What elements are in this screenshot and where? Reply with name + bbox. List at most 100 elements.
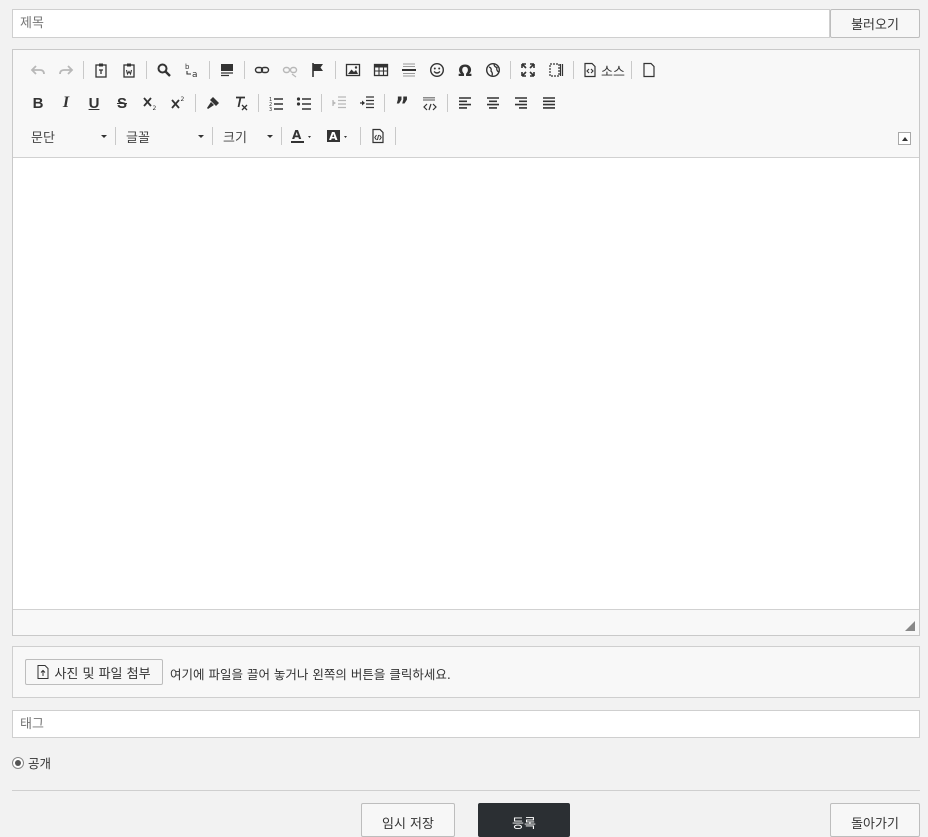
special-char-icon[interactable]: Ω [452,57,478,83]
underline-icon[interactable]: U [81,90,107,116]
format-combo[interactable]: 문단 [25,124,113,148]
toolbar-separator [360,127,361,145]
toolbar-separator [258,94,259,112]
image-icon[interactable] [340,57,366,83]
submit-button[interactable]: 등록 [478,803,570,837]
code-snippet-icon[interactable] [365,123,391,149]
size-combo[interactable]: 크기 [217,124,279,148]
redo-icon[interactable] [53,57,79,83]
show-html-icon[interactable] [417,90,443,116]
paste-word-icon[interactable] [116,57,142,83]
copy-format-icon[interactable] [200,90,226,116]
align-right-icon[interactable] [508,90,534,116]
svg-text:2: 2 [181,96,185,103]
svg-text:a: a [192,70,198,78]
chevron-down-icon [198,134,204,138]
resize-grip-icon[interactable] [905,621,915,631]
paste-text-icon[interactable] [88,57,114,83]
toolbar-separator [209,61,210,79]
size-combo-label: 크기 [223,130,247,146]
format-combo-label: 문단 [31,130,55,146]
toolbar-separator [195,94,196,112]
chevron-down-icon [267,134,273,138]
tags-input[interactable] [12,710,920,738]
toolbar-separator [573,61,574,79]
outdent-icon[interactable] [326,90,352,116]
table-icon[interactable] [368,57,394,83]
attach-files-label: 사진 및 파일 첨부 [54,666,151,682]
source-label: 소스 [601,64,625,80]
indent-icon[interactable] [354,90,380,116]
source-button[interactable]: 소스 [578,57,629,83]
load-button[interactable]: 불러오기 [830,9,920,38]
toolbar-separator [384,94,385,112]
iframe-icon[interactable] [480,57,506,83]
select-all-icon[interactable] [214,57,240,83]
svg-text:2: 2 [153,105,157,111]
toolbar-collapse-button[interactable] [898,132,911,145]
visibility-public-option[interactable]: 공개 [12,753,51,772]
editor-status-bar [13,609,919,635]
toolbar-separator [212,127,213,145]
source-icon [582,57,598,83]
font-combo[interactable]: 글꼴 [120,124,210,148]
horizontal-rule-icon[interactable] [396,57,422,83]
svg-text:b: b [185,63,190,71]
toolbar-separator [146,61,147,79]
italic-icon[interactable]: I [53,90,79,116]
attachment-dropzone[interactable]: 사진 및 파일 첨부 여기에 파일을 끌어 놓거나 왼쪽의 버튼을 클릭하세요. [12,646,920,698]
toolbar-row-3: 문단 글꼴 크기 A A [25,123,400,149]
blockquote-icon[interactable]: ” [389,90,415,118]
toolbar-separator [335,61,336,79]
bold-icon[interactable]: B [25,90,51,116]
toolbar-separator [321,94,322,112]
svg-text:3: 3 [269,107,272,111]
attach-files-button[interactable]: 사진 및 파일 첨부 [25,659,163,685]
toolbar-separator [83,61,84,79]
toolbar-row-2: B I U S 2 2 123 ” [25,90,564,118]
anchor-icon[interactable] [305,57,331,83]
toolbar-separator [510,61,511,79]
visibility-label: 공개 [28,756,52,771]
text-color-icon[interactable]: A [286,123,320,149]
file-upload-icon [37,665,49,679]
find-icon[interactable] [151,57,177,83]
replace-icon[interactable]: ba [179,57,205,83]
editor-content-area[interactable] [13,158,919,609]
new-page-icon[interactable] [636,57,662,83]
link-icon[interactable] [249,57,275,83]
superscript-icon[interactable]: 2 [165,90,191,116]
show-blocks-icon[interactable] [543,57,569,83]
toolbar-separator [395,127,396,145]
back-button[interactable]: 돌아가기 [830,803,920,837]
maximize-icon[interactable] [515,57,541,83]
svg-text:A: A [329,130,338,143]
remove-format-icon[interactable] [228,90,254,116]
toolbar-separator [244,61,245,79]
align-left-icon[interactable] [452,90,478,116]
subscript-icon[interactable]: 2 [137,90,163,116]
editor-toolbar: ba Ω 소스 B I U S 2 2 1 2 3 ” 문단 글꼴 크기 A A [13,50,919,158]
bg-color-icon[interactable]: A [322,123,356,149]
temp-save-button[interactable]: 임시 저장 [361,803,455,837]
visibility-radio[interactable] [12,756,24,769]
divider [12,790,920,791]
align-center-icon[interactable] [480,90,506,116]
numbered-list-icon[interactable]: 123 [263,90,289,116]
unlink-icon[interactable] [277,57,303,83]
attach-hint: 여기에 파일을 끌어 놓거나 왼쪽의 버튼을 클릭하세요. [170,667,451,682]
smiley-icon[interactable] [424,57,450,83]
strike-icon[interactable]: S [109,90,135,116]
toolbar-separator [447,94,448,112]
bulleted-list-icon[interactable] [291,90,317,116]
toolbar-separator [630,61,632,79]
font-combo-label: 글꼴 [126,130,150,146]
toolbar-row-1: ba Ω 소스 [25,57,664,83]
justify-icon[interactable] [536,90,562,116]
rich-text-editor: ba Ω 소스 B I U S 2 2 1 2 3 ” 문단 글꼴 크기 A A [12,49,920,636]
title-input[interactable] [12,9,830,38]
chevron-down-icon [101,134,107,138]
undo-icon[interactable] [25,57,51,83]
toolbar-separator [115,127,116,145]
toolbar-separator [281,127,282,145]
